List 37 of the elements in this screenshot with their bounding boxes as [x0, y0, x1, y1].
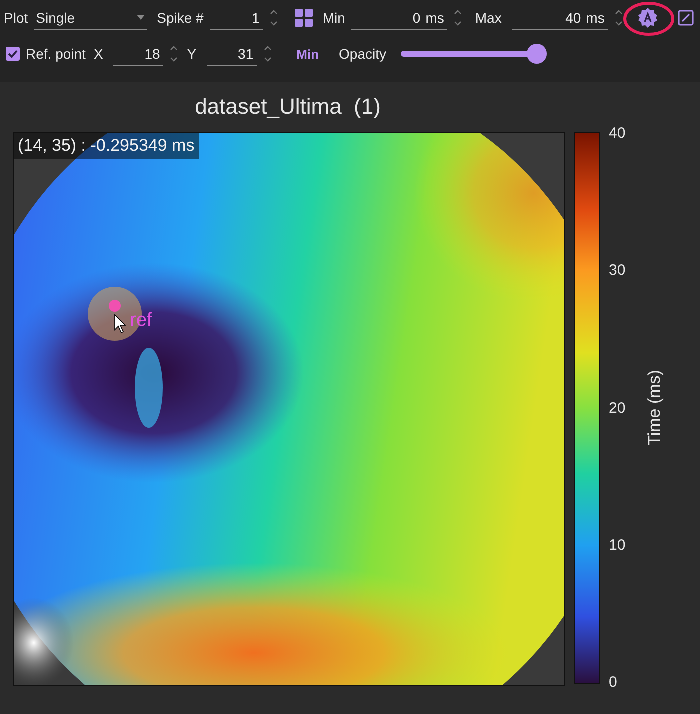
hover-readout: (14, 35) : -0.295349 ms: [14, 133, 199, 159]
spinner-icon[interactable]: [262, 44, 273, 64]
spinner-icon[interactable]: [268, 8, 279, 28]
max-label: Max: [475, 10, 502, 26]
spinner-icon[interactable]: [169, 44, 180, 64]
grid-icon[interactable]: [294, 9, 313, 27]
spinner-icon[interactable]: [614, 8, 624, 28]
tick-label: 30: [609, 262, 626, 280]
spike-field[interactable]: 1: [210, 6, 263, 30]
caret-icon: [137, 15, 146, 20]
tick-label: 20: [609, 400, 626, 416]
ref-label: ref: [130, 311, 152, 331]
edit-icon[interactable]: [678, 10, 694, 26]
axis-label: Time (ms): [644, 370, 665, 446]
min-button[interactable]: Min: [296, 46, 320, 62]
cursor-icon: [114, 314, 127, 334]
highlight-ring: [623, 1, 675, 37]
tick-label: 0: [609, 674, 618, 691]
slider-thumb[interactable]: [527, 44, 548, 64]
spike-label: Spike #: [157, 10, 204, 26]
spinner-icon[interactable]: [453, 8, 464, 28]
plot-title: dataset_Ultima (1): [194, 93, 382, 121]
max-field[interactable]: 40 ms: [512, 6, 608, 30]
ref-point-checkbox[interactable]: [6, 47, 20, 61]
min-label: Min: [322, 10, 346, 26]
y-field[interactable]: 31: [206, 42, 257, 66]
x-label: X: [94, 46, 104, 62]
plot-select[interactable]: Single: [34, 6, 148, 30]
y-label: Y: [187, 46, 197, 62]
min-field[interactable]: 0 ms: [351, 6, 448, 30]
ref-point-label: Ref. point: [26, 46, 86, 62]
plot-label: Plot: [4, 10, 28, 26]
badge-icon[interactable]: [638, 8, 658, 28]
tick-label: 40: [609, 125, 626, 142]
opacity-label: Opacity: [339, 46, 386, 62]
tick-label: 10: [609, 536, 626, 554]
x-field[interactable]: 18: [113, 42, 164, 66]
